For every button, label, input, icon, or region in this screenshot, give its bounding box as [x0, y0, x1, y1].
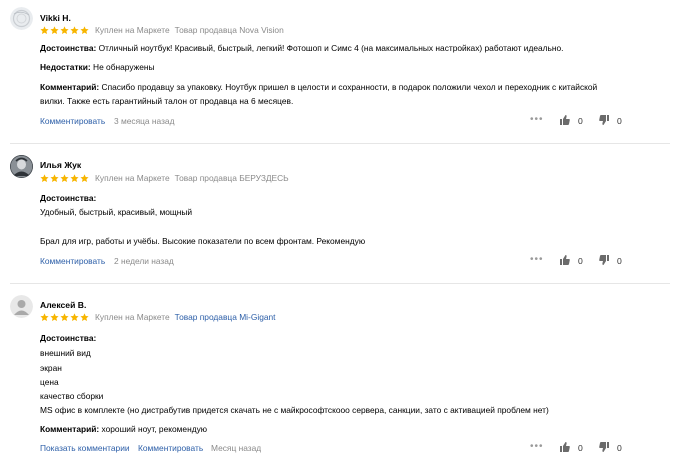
review-date: Месяц назад — [211, 443, 262, 453]
more-options-icon[interactable]: ••• — [530, 254, 544, 265]
thumbs-down-icon — [599, 255, 609, 267]
dislike-count: 0 — [617, 443, 622, 453]
like-button[interactable]: 0 — [560, 255, 583, 267]
review-author[interactable]: Алексей В. — [40, 300, 86, 310]
pros-label-text: Достоинства: — [40, 333, 97, 343]
pros-value-extra: Брал для игр, работы и учёбы. Высокие по… — [40, 236, 366, 246]
review-meta: Куплен на Маркете Товар продавца Mi-Giga… — [40, 312, 276, 322]
comment-link[interactable]: Комментировать — [40, 256, 105, 266]
comment-text-continued: вилки. Также есть гарантийный талон от п… — [40, 96, 294, 106]
thumbs-up-icon — [560, 442, 570, 454]
star-icon — [80, 173, 89, 182]
star-icon — [70, 312, 79, 321]
star-icon — [60, 173, 69, 182]
review-divider — [10, 143, 670, 144]
review-meta: Куплен на Маркете Товар продавца Nova Vi… — [40, 25, 289, 35]
star-icon — [60, 312, 69, 321]
review-meta: Куплен на Маркете Товар продавца БЕРУЗДЕ… — [40, 173, 294, 183]
like-count: 0 — [578, 256, 583, 266]
dislike-count: 0 — [617, 116, 622, 126]
comment-text: Комментарий: Спасибо продавцу за упаковк… — [40, 82, 597, 92]
bought-on-market-label: Куплен на Маркете — [95, 173, 170, 183]
pros-item: экран — [40, 363, 62, 373]
star-icon — [70, 173, 79, 182]
avatar[interactable] — [10, 7, 33, 30]
like-count: 0 — [578, 116, 583, 126]
show-comments-link[interactable]: Показать комментарии — [40, 443, 130, 453]
star-icon — [40, 173, 49, 182]
dislike-count: 0 — [617, 256, 622, 266]
pros-label: Достоинства: — [40, 43, 97, 53]
pros-item: MS офис в комплекте (но дистрабутив прид… — [40, 405, 549, 415]
more-options-icon[interactable]: ••• — [530, 441, 544, 452]
rating-stars — [40, 312, 89, 322]
thumbs-up-icon — [560, 255, 570, 267]
review-date: 2 недели назад — [114, 256, 174, 266]
review-date: 3 месяца назад — [114, 116, 175, 126]
comment-text: Комментарий: хороший ноут, рекомендую — [40, 424, 207, 434]
cons-text: Недостатки: Не обнаружены — [40, 62, 155, 72]
pros-item: внешний вид — [40, 348, 91, 358]
avatar-image — [10, 7, 33, 30]
rating-stars — [40, 173, 89, 183]
star-icon — [40, 312, 49, 321]
avatar[interactable] — [10, 295, 33, 318]
pros-value: Удобный, быстрый, красивый, мощный — [40, 207, 193, 217]
like-count: 0 — [578, 443, 583, 453]
star-icon — [60, 25, 69, 34]
thumbs-up-icon — [560, 115, 570, 127]
review-footer: Комментировать 3 месяца назад ••• 0 0 — [40, 114, 680, 128]
seller-label: Товар продавца БЕРУЗДЕСЬ — [174, 173, 289, 183]
star-icon — [50, 173, 59, 182]
pros-label: Достоинства: — [40, 333, 96, 343]
seller-label: Товар продавца Nova Vision — [174, 25, 284, 35]
bought-on-market-label: Куплен на Маркете — [95, 25, 170, 35]
pros-label-text: Достоинства: — [40, 193, 97, 203]
star-icon — [50, 312, 59, 321]
review-author[interactable]: Vikki H. — [40, 13, 71, 23]
pros-text: Достоинства: Отличный ноутбук! Красивый,… — [40, 43, 564, 53]
comment-label: Комментарий: — [40, 424, 100, 434]
comment-link[interactable]: Комментировать — [40, 116, 105, 126]
avatar-placeholder-icon — [10, 295, 33, 318]
thumbs-down-icon — [599, 115, 609, 127]
star-icon — [50, 25, 59, 34]
dislike-button[interactable]: 0 — [599, 442, 622, 454]
rating-stars — [40, 25, 89, 35]
review-divider — [10, 283, 670, 284]
comment-value-line-1: Спасибо продавцу за упаковку. Ноутбук пр… — [101, 82, 598, 92]
cons-value: Не обнаружены — [93, 62, 155, 72]
star-icon — [70, 25, 79, 34]
review-author[interactable]: Илья Жук — [40, 160, 81, 170]
comment-link[interactable]: Комментировать — [138, 443, 203, 453]
like-button[interactable]: 0 — [560, 442, 583, 454]
comment-label: Комментарий: — [40, 82, 100, 92]
avatar[interactable] — [10, 155, 33, 178]
like-button[interactable]: 0 — [560, 115, 583, 127]
seller-link[interactable]: Товар продавца Mi-Gigant — [175, 312, 276, 322]
pros-item: цена — [40, 377, 59, 387]
avatar-image — [10, 155, 33, 178]
cons-label: Недостатки: — [40, 62, 91, 72]
review-footer: Комментировать 2 недели назад ••• 0 0 — [40, 254, 680, 268]
thumbs-down-icon — [599, 442, 609, 454]
star-icon — [40, 25, 49, 34]
pros-value: Отличный ноутбук! Красивый, быстрый, лег… — [98, 43, 564, 53]
dislike-button[interactable]: 0 — [599, 115, 622, 127]
dislike-button[interactable]: 0 — [599, 255, 622, 267]
pros-label: Достоинства: — [40, 193, 96, 203]
review-footer: Показать комментарии Комментировать Меся… — [40, 441, 680, 455]
star-icon — [80, 312, 89, 321]
pros-item: качество сборки — [40, 391, 104, 401]
comment-value: хороший ноут, рекомендую — [101, 424, 208, 434]
more-options-icon[interactable]: ••• — [530, 114, 544, 125]
star-icon — [80, 25, 89, 34]
bought-on-market-label: Куплен на Маркете — [95, 312, 170, 322]
